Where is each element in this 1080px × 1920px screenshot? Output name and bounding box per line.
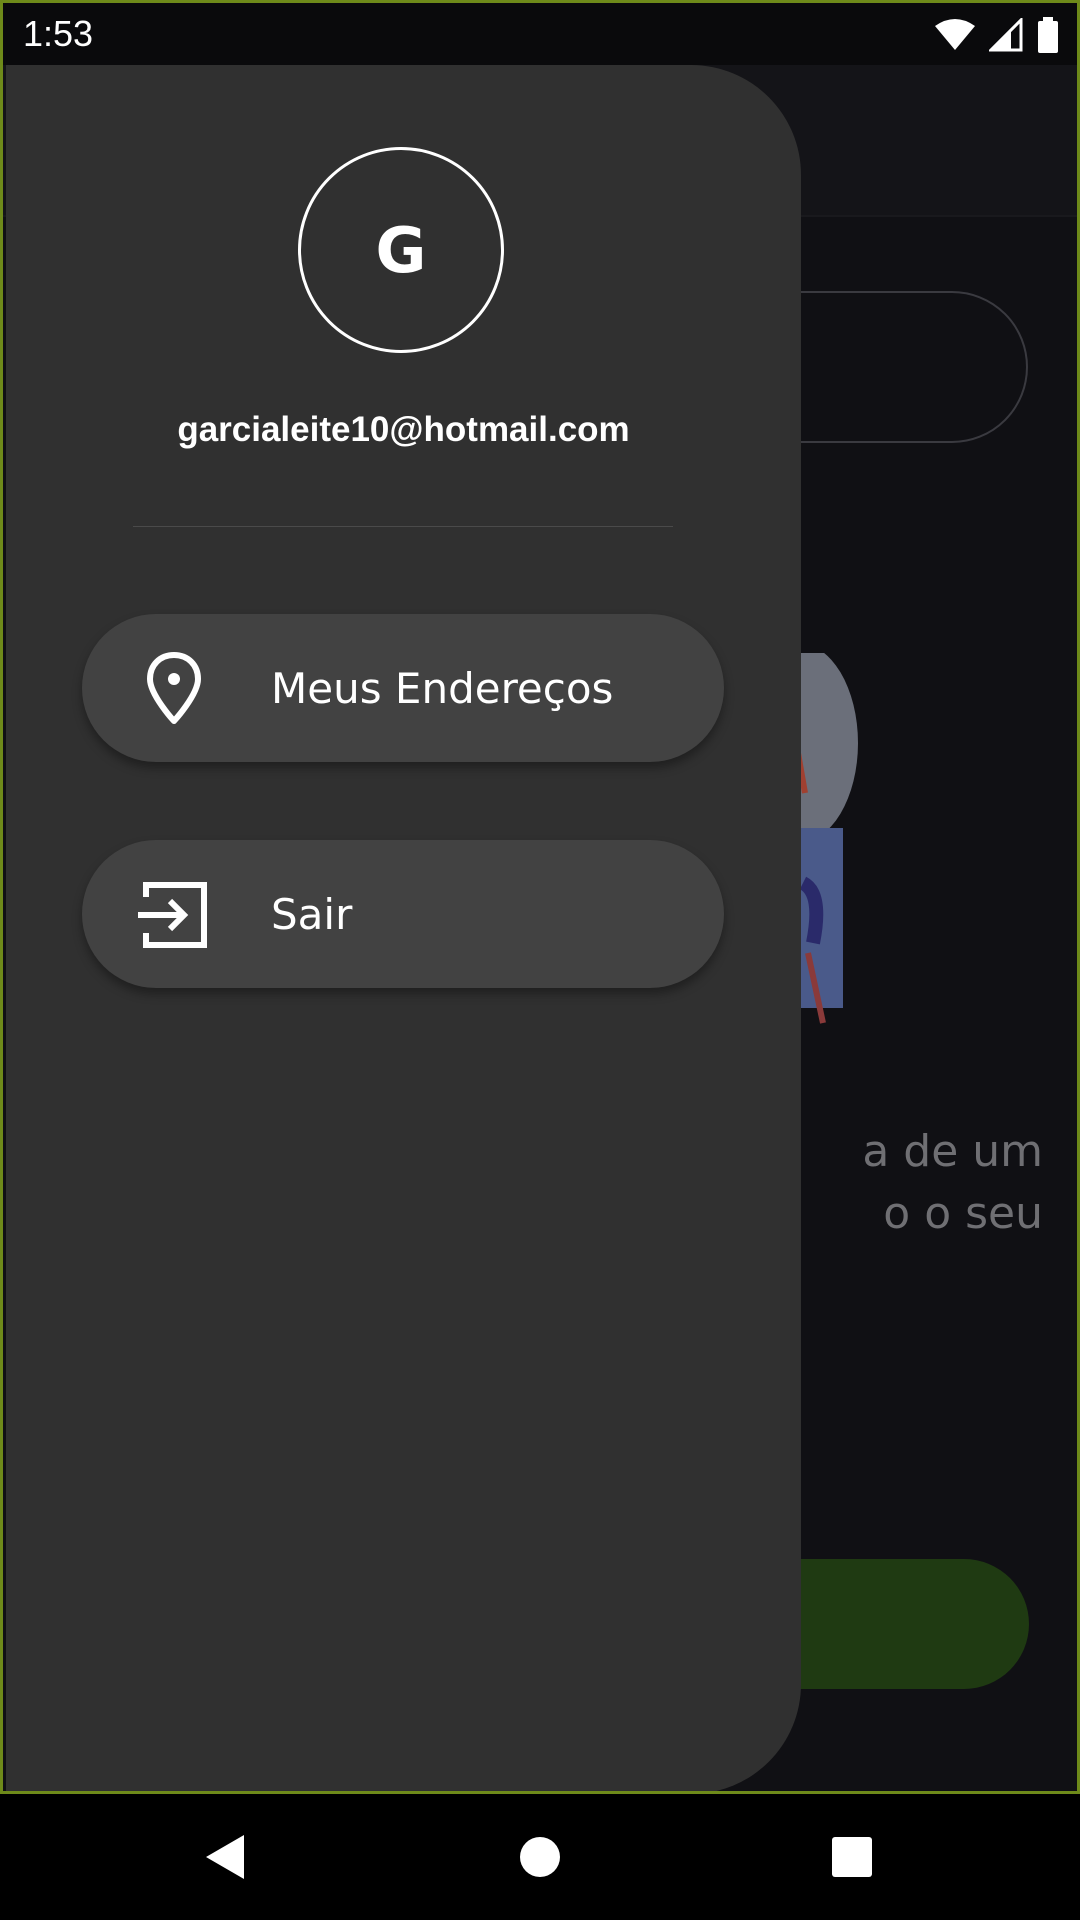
menu-item-sair[interactable]: Sair: [82, 840, 724, 988]
menu-item-label: Meus Endereços: [271, 663, 614, 713]
navigation-drawer: G garcialeite10@hotmail.com Meus Endereç…: [6, 65, 801, 1791]
back-icon[interactable]: [200, 1829, 256, 1885]
menu-item-meus-enderecos[interactable]: Meus Endereços: [82, 614, 724, 762]
wifi-icon: [935, 19, 975, 50]
app-frame: 1:53 a de um o o seu G garcialeite10@hot…: [0, 0, 1080, 1794]
logout-icon: [138, 882, 207, 948]
status-time: 1:53: [23, 13, 94, 54]
status-bar: 1:53: [3, 3, 1077, 65]
battery-icon: [1038, 17, 1058, 53]
menu-item-label: Sair: [271, 889, 353, 939]
recents-icon[interactable]: [824, 1829, 880, 1885]
location-pin-icon: [147, 652, 201, 724]
signal-icon: [989, 18, 1023, 52]
user-email: garcialeite10@hotmail.com: [177, 410, 630, 449]
home-icon[interactable]: [512, 1829, 568, 1885]
avatar[interactable]: G: [298, 147, 504, 353]
avatar-initial: G: [375, 213, 427, 287]
system-navigation-bar: [0, 1794, 1080, 1920]
divider: [133, 526, 673, 527]
